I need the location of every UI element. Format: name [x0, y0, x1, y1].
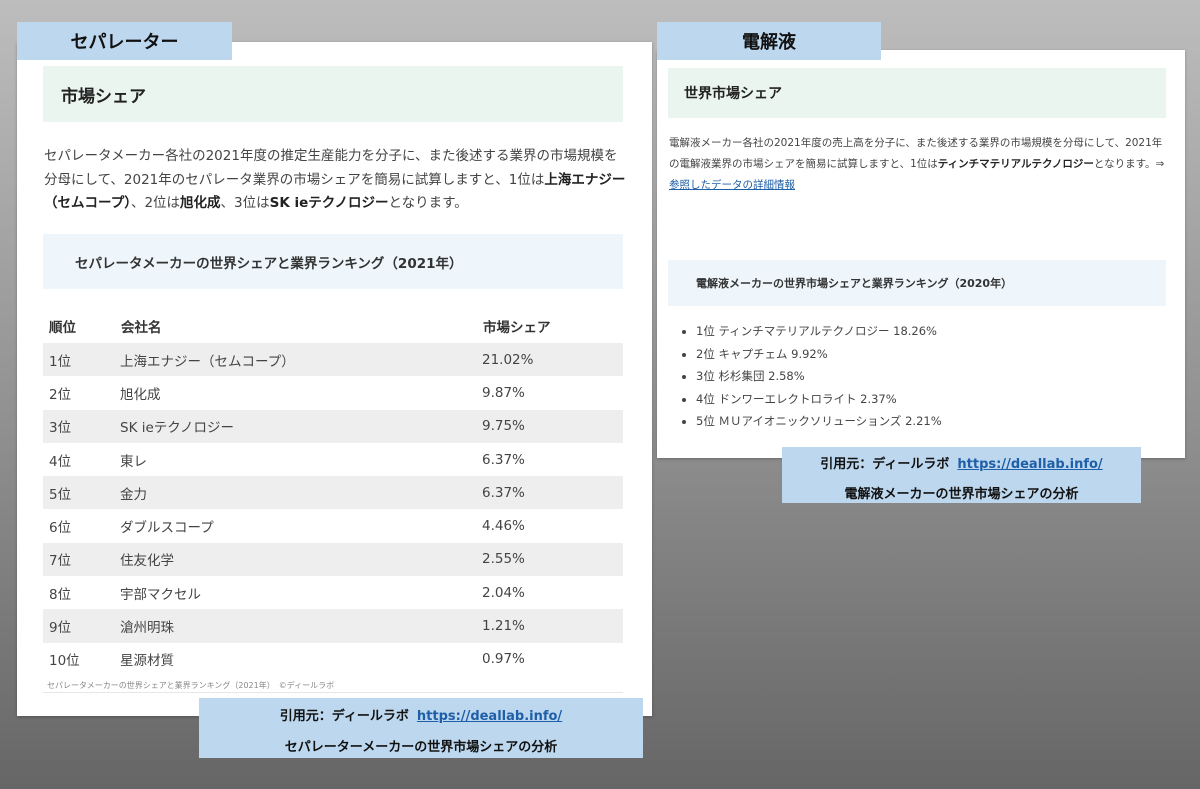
separator-ranking-table: 順位 会社名 市場シェア 1位 上海エナジー（セムコープ） 21.02% 2位 旭化成 9… — [43, 308, 623, 676]
e-intro-text-2: となります。⇒ — [1093, 158, 1165, 170]
table-row: 4位 東レ 6.37% — [43, 443, 623, 476]
separator-tag: セパレーター — [17, 22, 232, 60]
intro-text-3: 、3位は — [220, 195, 270, 212]
world-market-share-heading: 世界市場シェア — [668, 68, 1166, 118]
share-cell: 9.75% — [482, 409, 623, 443]
electrolyte-intro: 電解液メーカー各社の2021年度の売上高を分子に、また後述する業界の市場規模を分… — [669, 133, 1169, 196]
separator-source-link[interactable]: https://deallab.info/ — [417, 709, 562, 724]
company-cell: 滄州明珠 — [120, 609, 482, 643]
share-cell: 4.46% — [482, 518, 525, 535]
company-cell: 旭化成 — [120, 386, 161, 403]
credit-divider — [43, 692, 623, 693]
company-cell: 住友化学 — [120, 542, 482, 577]
list-item: 1位 ティンチマテリアルテクノロジー 18.26% — [696, 320, 1166, 343]
rank-cell: 9位 — [43, 609, 120, 643]
share-cell: 21.02% — [482, 343, 623, 377]
table-row: 7位 住友化学 2.55% — [43, 542, 623, 577]
company-cell: ダブルスコープ — [120, 520, 214, 537]
reference-data-link[interactable]: 参照したデータの詳細情報 — [669, 179, 795, 191]
share-cell: 6.37% — [482, 451, 525, 468]
electrolyte-source-prefix: 引用元：ディールラボ — [820, 457, 950, 472]
world-market-share-heading-text: 世界市場シェア — [684, 86, 782, 102]
list-item: 4位 ドンワーエレクトロライト 2.37% — [696, 388, 1166, 411]
separator-source-title: セパレーターメーカーの世界市場シェアの分析 — [284, 740, 558, 755]
rank-cell: 3位 — [43, 409, 120, 443]
col-company-header: 会社名 — [121, 319, 162, 336]
table-row: 6位 ダブルスコープ 4.46% — [43, 509, 623, 542]
table-row: 3位 SK ieテクノロジー 9.75% — [43, 409, 623, 443]
separator-table-credit: セパレータメーカーの世界シェアと業界ランキング（2021年） ©ディールラボ — [47, 681, 335, 690]
market-share-heading: 市場シェア — [43, 66, 623, 122]
electrolyte-ranking-list: 1位 ティンチマテリアルテクノロジー 18.26% 2位 キャプチェム 9.92… — [682, 320, 1166, 433]
share-cell: 1.21% — [482, 609, 623, 643]
table-row: 2位 旭化成 9.87% — [43, 376, 623, 409]
rank-cell: 4位 — [49, 453, 72, 470]
rank-cell: 1位 — [43, 343, 120, 377]
share-cell: 6.37% — [482, 476, 623, 510]
company-cell: 金力 — [120, 476, 482, 510]
electrolyte-tag: 電解液 — [657, 22, 881, 60]
intro-text-2: 、2位は — [130, 195, 181, 212]
electrolyte-list-caption: 電解液メーカーの世界市場シェアと業界ランキング（2020年） — [668, 260, 1166, 306]
col-share-header: 市場シェア — [483, 319, 551, 336]
electrolyte-source-title: 電解液メーカーの世界市場シェアの分析 — [844, 487, 1079, 502]
market-share-heading-text: 市場シェア — [61, 86, 146, 107]
company-cell: 上海エナジー（セムコープ） — [120, 343, 482, 377]
list-item: 3位 杉杉集団 2.58% — [696, 365, 1166, 388]
table-row: 10位 星源材質 0.97% — [43, 643, 623, 676]
table-header-row: 順位 会社名 市場シェア — [43, 308, 623, 343]
electrolyte-list-caption-text: 電解液メーカーの世界市場シェアと業界ランキング（2020年） — [696, 277, 1013, 290]
table-row: 8位 宇部マクセル 2.04% — [43, 576, 623, 609]
intro-text-1: セパレータメーカー各社の2021年度の推定生産能力を分子に、また後述する業界の市… — [44, 148, 618, 188]
electrolyte-source-box: 引用元：ディールラボ https://deallab.info/ 電解液メーカーの… — [782, 447, 1141, 503]
rank-cell: 6位 — [49, 520, 72, 537]
table-row: 9位 滄州明珠 1.21% — [43, 609, 623, 643]
company-cell: SK ieテクノロジー — [120, 409, 482, 443]
separator-table-caption-text: セパレータメーカーの世界シェアと業界ランキング（2021年） — [75, 255, 463, 272]
separator-table-caption: セパレータメーカーの世界シェアと業界ランキング（2021年） — [43, 234, 623, 289]
intro-bold-3: SK ieテクノロジー — [269, 195, 389, 212]
rank-cell: 7位 — [43, 542, 120, 577]
col-rank-header: 順位 — [49, 319, 76, 336]
e-intro-bold-1: ティンチマテリアルテクノロジー — [937, 158, 1094, 170]
electrolyte-source-link[interactable]: https://deallab.info/ — [957, 457, 1102, 472]
separator-source-prefix: 引用元：ディールラボ — [279, 709, 409, 724]
company-cell: 宇部マクセル — [120, 586, 201, 603]
list-item: 2位 キャプチェム 9.92% — [696, 343, 1166, 366]
share-cell: 0.97% — [482, 651, 525, 668]
separator-source-box: 引用元：ディールラボ https://deallab.info/ セパレーターメー… — [199, 698, 643, 758]
list-item: 5位 ＭＵアイオニックソリューションズ 2.21% — [696, 410, 1166, 433]
intro-text-4: となります。 — [388, 195, 468, 212]
share-cell: 2.04% — [482, 584, 525, 601]
rank-cell: 10位 — [49, 653, 80, 670]
share-cell: 9.87% — [482, 384, 525, 401]
share-cell: 2.55% — [482, 542, 623, 577]
rank-cell: 2位 — [49, 386, 72, 403]
separator-intro: セパレータメーカー各社の2021年度の推定生産能力を分子に、また後述する業界の市… — [44, 145, 626, 216]
rank-cell: 8位 — [49, 586, 72, 603]
rank-cell: 5位 — [43, 476, 120, 510]
table-row: 5位 金力 6.37% — [43, 476, 623, 510]
table-row: 1位 上海エナジー（セムコープ） 21.02% — [43, 343, 623, 377]
intro-bold-2: 旭化成 — [180, 195, 221, 212]
company-cell: 東レ — [120, 453, 147, 470]
company-cell: 星源材質 — [120, 653, 174, 670]
